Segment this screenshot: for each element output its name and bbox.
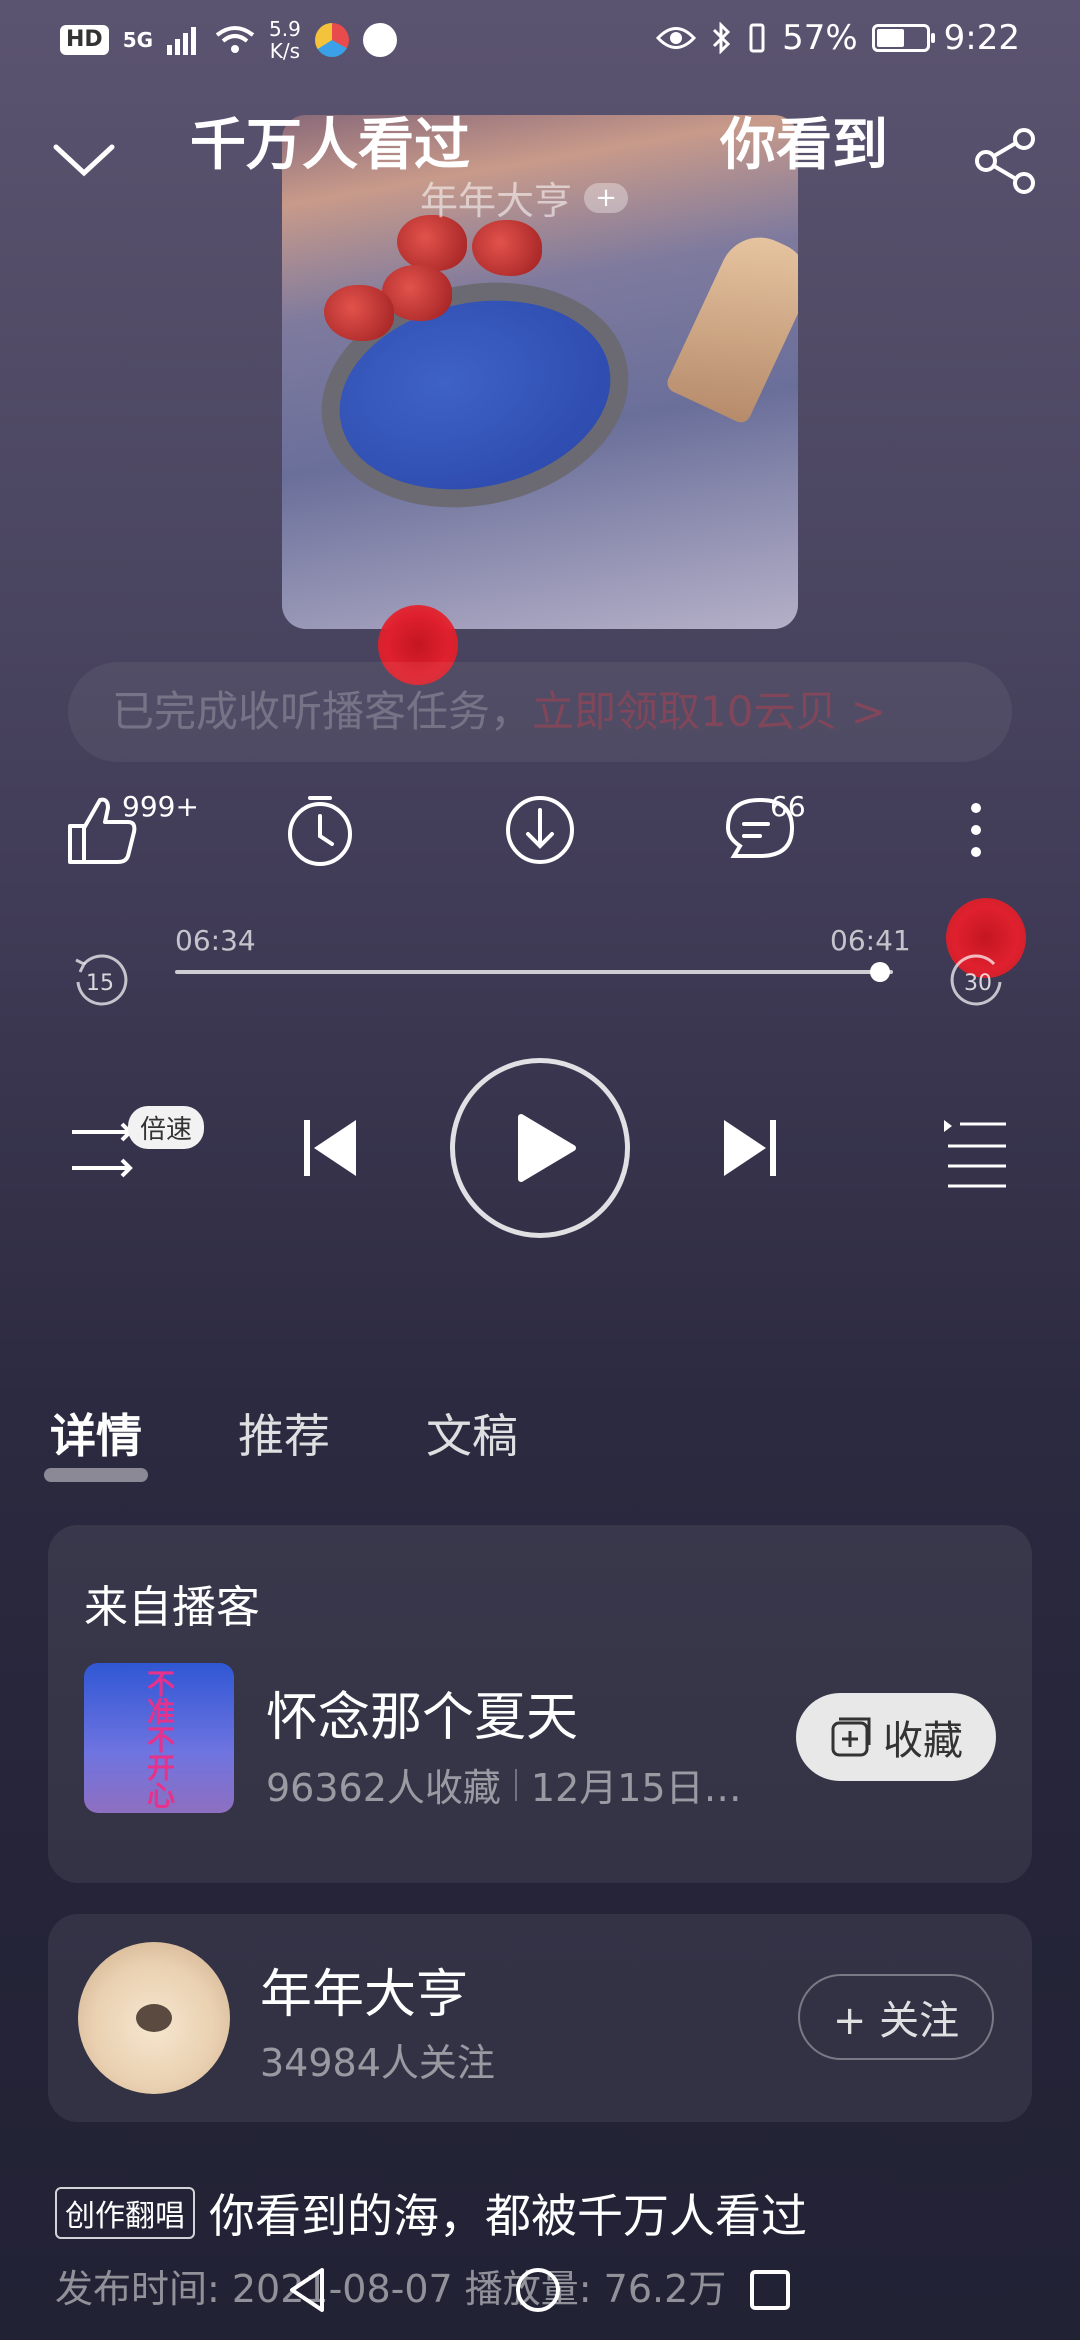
podcast-thumbnail-text: 不准不开心 bbox=[143, 1669, 176, 1809]
collect-label: 收藏 bbox=[883, 1718, 963, 1764]
header-author-name: 年年大亨 bbox=[420, 179, 573, 223]
header-author[interactable]: 年年大亨 + bbox=[420, 170, 629, 225]
share-button[interactable] bbox=[972, 125, 1044, 197]
podcast-card-heading: 来自播客 bbox=[84, 1582, 260, 1633]
tab-label: 详情 bbox=[50, 1409, 142, 1463]
banner-link[interactable]: 立即领取10云贝 > bbox=[532, 687, 886, 736]
download-button[interactable] bbox=[500, 790, 600, 890]
current-time: 06:34 bbox=[175, 924, 256, 957]
like-count: 999+ bbox=[122, 790, 199, 823]
back-nav-icon[interactable] bbox=[282, 2264, 334, 2316]
tab-underline bbox=[44, 1468, 148, 1482]
network-speed: 5.9 K/s bbox=[269, 17, 301, 63]
tab-recommend[interactable]: 推荐 bbox=[238, 1400, 330, 1466]
author-card[interactable]: 年年大亨 34984人关注 + 关注 bbox=[48, 1914, 1032, 2122]
podcast-meta: 96362人收藏 12月15日… bbox=[266, 1757, 742, 1812]
system-navigation-bar bbox=[0, 2250, 1080, 2330]
play-icon bbox=[518, 1114, 576, 1182]
playlist-button[interactable] bbox=[940, 1110, 1020, 1190]
rewind-seconds: 15 bbox=[86, 971, 114, 996]
follow-label: + 关注 bbox=[832, 1998, 960, 2044]
tab-details[interactable]: 详情 bbox=[44, 1400, 148, 1482]
clock: 9:22 bbox=[943, 18, 1020, 58]
author-followers: 34984人关注 bbox=[260, 2041, 495, 2085]
forward-seconds: 30 bbox=[964, 971, 992, 996]
collect-button[interactable]: 收藏 bbox=[796, 1693, 996, 1781]
episode-title-text: 你看到的海，都被千万人看过 bbox=[209, 2189, 807, 2243]
banner-text: 已完成收听播客任务， bbox=[112, 687, 533, 736]
playback-controls: 倍速 bbox=[0, 1050, 1080, 1240]
avatar-face bbox=[136, 2004, 172, 2032]
total-time: 06:41 bbox=[830, 924, 911, 957]
vibrate-icon bbox=[749, 23, 765, 53]
like-button[interactable]: 999+ bbox=[62, 790, 199, 890]
collect-icon bbox=[831, 1717, 871, 1757]
comment-button[interactable]: 66 bbox=[720, 790, 820, 890]
episode-title: 创作翻唱 你看到的海，都被千万人看过 bbox=[55, 2180, 807, 2246]
podcast-name[interactable]: 怀念那个夏天 bbox=[266, 1675, 578, 1750]
play-button[interactable] bbox=[450, 1058, 630, 1238]
recents-nav-icon[interactable] bbox=[744, 2264, 796, 2316]
progress-track[interactable] bbox=[175, 970, 893, 974]
download-icon bbox=[506, 796, 574, 864]
next-button[interactable] bbox=[708, 1110, 788, 1190]
podcast-updated: 12月15日… bbox=[530, 1766, 742, 1810]
progress-row: 15 06:34 06:41 30 bbox=[0, 910, 1080, 1010]
playlist-icon bbox=[944, 1120, 1006, 1188]
basketball-app-icon bbox=[362, 23, 397, 57]
wifi-icon bbox=[215, 26, 255, 53]
petal bbox=[472, 220, 542, 276]
rewind-15-button[interactable]: 15 bbox=[70, 950, 130, 1010]
avatar[interactable] bbox=[78, 1942, 230, 2094]
podcast-thumbnail[interactable]: 不准不开心 bbox=[84, 1663, 234, 1813]
petal bbox=[324, 285, 394, 341]
status-bar: HD 5G 5.9 K/s 57% 9:22 bbox=[0, 0, 1080, 80]
app-notification-icon bbox=[314, 23, 349, 57]
progress-knob[interactable] bbox=[870, 962, 891, 982]
follow-button[interactable]: + 关注 bbox=[798, 1974, 994, 2060]
episode-tag: 创作翻唱 bbox=[55, 2187, 195, 2239]
speed-button[interactable]: 倍速 bbox=[128, 1106, 205, 1149]
bluetooth-icon bbox=[713, 22, 731, 54]
forward-30-button[interactable]: 30 bbox=[948, 950, 1008, 1010]
network-type: 5G bbox=[122, 28, 154, 52]
episode-title-marquee-right: 你看到 bbox=[720, 113, 888, 178]
detail-tabs: 详情 推荐 文稿 bbox=[44, 1400, 518, 1482]
more-vertical-icon bbox=[971, 803, 981, 857]
hd-indicator: HD bbox=[60, 25, 109, 55]
mirror-handle bbox=[664, 224, 798, 426]
task-reward-banner[interactable]: 已完成收听播客任务，立即领取10云贝 > bbox=[68, 662, 1012, 762]
timer-icon bbox=[288, 796, 352, 866]
author-name[interactable]: 年年大亨 bbox=[260, 1952, 468, 2027]
action-row: 999+ 66 bbox=[0, 790, 1080, 890]
skip-next-icon bbox=[724, 1120, 776, 1176]
tab-label: 推荐 bbox=[238, 1409, 330, 1463]
podcast-card[interactable]: 来自播客 不准不开心 怀念那个夏天 96362人收藏 12月15日… 收藏 bbox=[48, 1525, 1032, 1883]
home-nav-icon[interactable] bbox=[512, 2264, 564, 2316]
previous-button[interactable] bbox=[292, 1110, 372, 1190]
tab-transcript[interactable]: 文稿 bbox=[426, 1400, 518, 1466]
podcast-subscribers: 96362人收藏 bbox=[266, 1766, 501, 1810]
rewind-icon: 15 bbox=[75, 954, 128, 1006]
header-follow-plus[interactable]: + bbox=[584, 182, 629, 213]
battery-percent: 57% bbox=[782, 18, 858, 58]
more-button[interactable] bbox=[936, 790, 1036, 890]
collapse-button[interactable] bbox=[48, 125, 120, 197]
episode-title-marquee-left: 千万人看过 bbox=[190, 113, 470, 178]
eye-comfort-icon bbox=[656, 27, 697, 49]
signal-icon bbox=[167, 27, 197, 55]
forward-icon: 30 bbox=[950, 954, 1002, 1006]
comment-count: 66 bbox=[770, 790, 806, 823]
tab-label: 文稿 bbox=[426, 1409, 518, 1463]
chevron-down-icon bbox=[53, 144, 115, 177]
share-icon bbox=[975, 128, 1035, 194]
battery-icon bbox=[871, 24, 935, 52]
skip-previous-icon bbox=[304, 1120, 356, 1176]
divider bbox=[514, 1768, 517, 1801]
sleep-timer-button[interactable] bbox=[280, 790, 380, 890]
